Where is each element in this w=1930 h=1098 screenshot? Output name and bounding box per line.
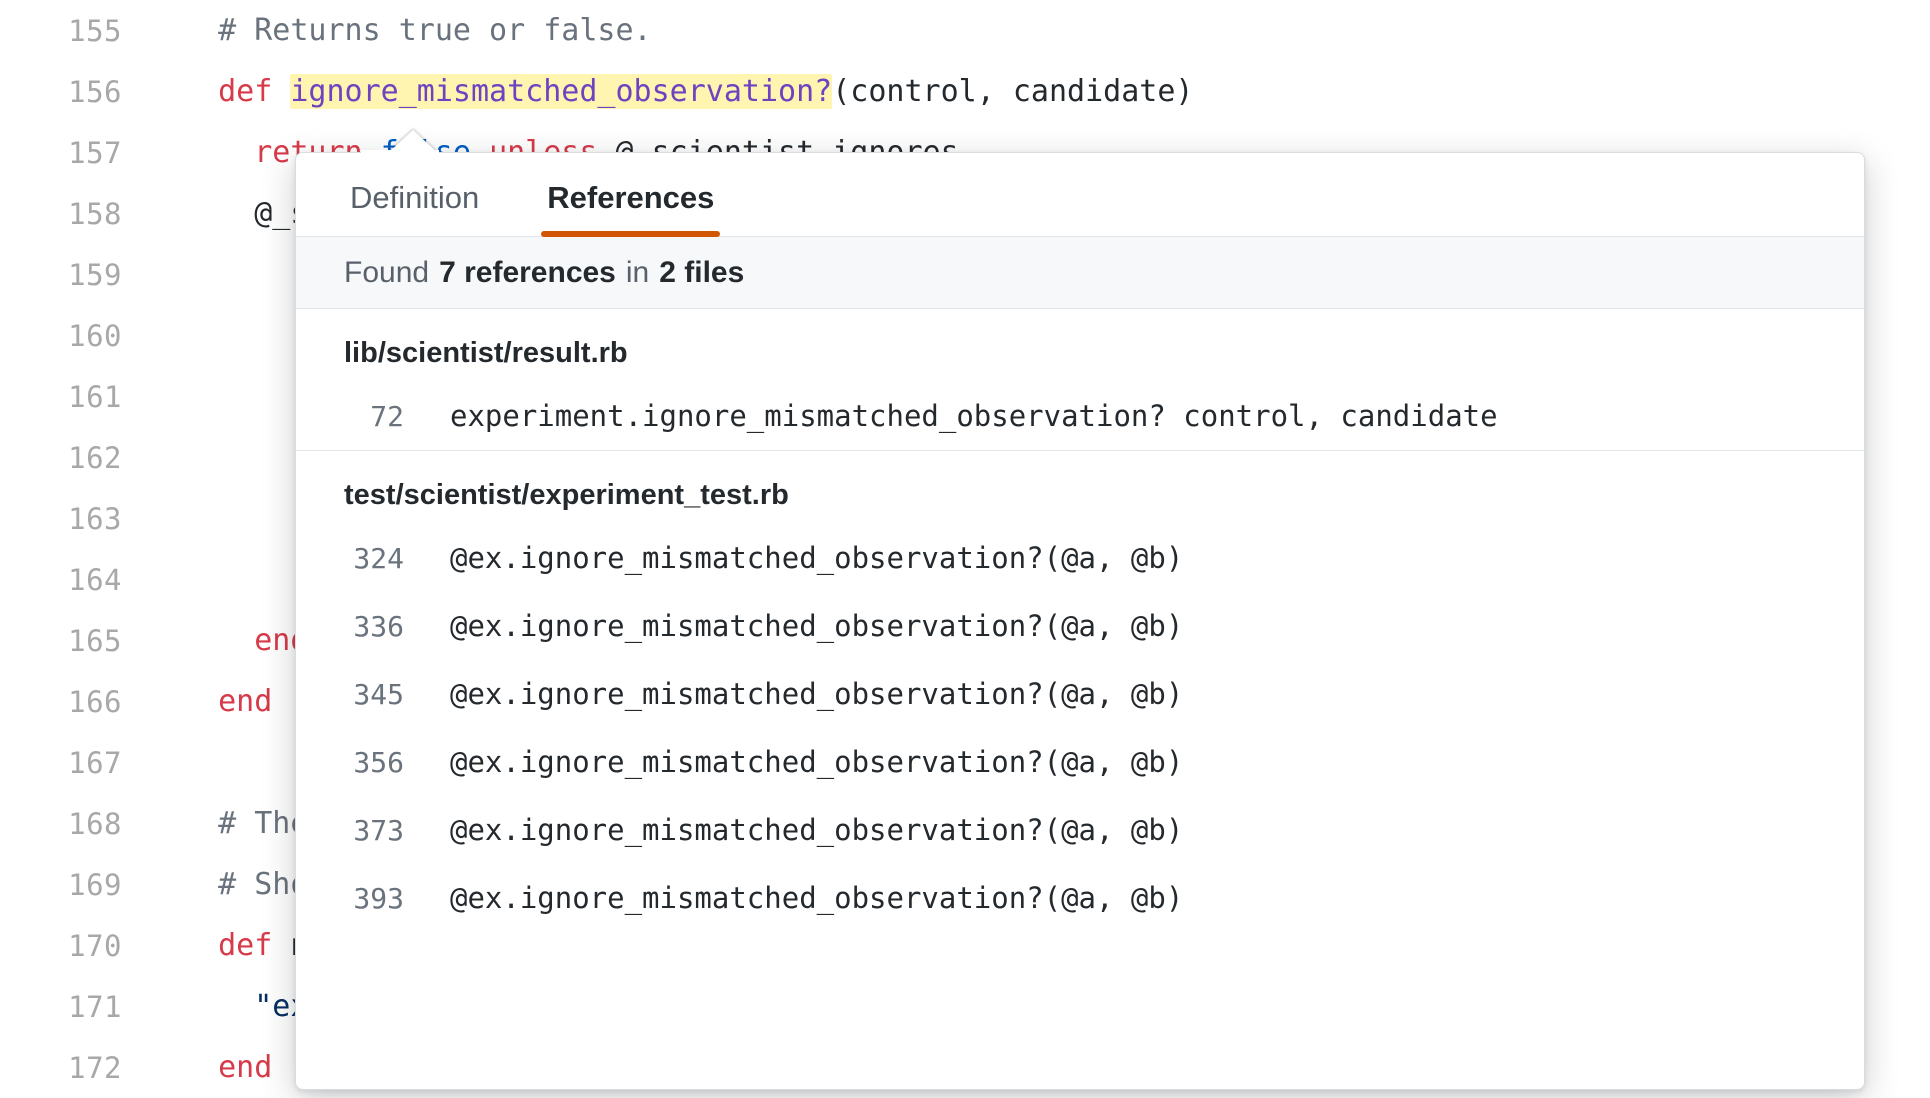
found-middle: in bbox=[626, 256, 649, 290]
reference-row[interactable]: 324@ex.ignore_mismatched_observation?(@a… bbox=[296, 524, 1864, 592]
line-number: 159 bbox=[0, 258, 134, 292]
reference-code-text: @ex.ignore_mismatched_observation?(@a, @… bbox=[414, 813, 1183, 847]
line-number: 168 bbox=[0, 807, 134, 841]
line-number: 169 bbox=[0, 868, 134, 902]
code-text: # Returns true or false. bbox=[134, 13, 652, 48]
found-prefix: Found bbox=[344, 256, 429, 290]
line-number: 167 bbox=[0, 746, 134, 780]
line-number: 155 bbox=[0, 14, 134, 48]
code-text: end bbox=[134, 684, 272, 719]
code-navigation-popup[interactable]: Definition References Found 7 references … bbox=[295, 152, 1865, 1090]
code-token bbox=[182, 989, 254, 1024]
reference-group-list: lib/scientist/result.rb72experiment.igno… bbox=[296, 309, 1864, 932]
reference-line-number: 345 bbox=[296, 678, 414, 711]
reference-line-number: 324 bbox=[296, 542, 414, 575]
reference-code-text: @ex.ignore_mismatched_observation?(@a, @… bbox=[414, 541, 1183, 575]
reference-line-number: 356 bbox=[296, 746, 414, 779]
reference-code-text: experiment.ignore_mismatched_observation… bbox=[414, 399, 1498, 433]
popup-tab-bar: Definition References bbox=[296, 153, 1864, 237]
reference-code-text: @ex.ignore_mismatched_observation?(@a, @… bbox=[414, 745, 1183, 779]
line-number: 163 bbox=[0, 502, 134, 536]
reference-code-text: @ex.ignore_mismatched_observation?(@a, @… bbox=[414, 881, 1183, 915]
popup-arrow-cover bbox=[361, 150, 439, 158]
code-token: end bbox=[218, 684, 272, 719]
reference-row[interactable]: 356@ex.ignore_mismatched_observation?(@a… bbox=[296, 728, 1864, 796]
code-text: end bbox=[134, 623, 308, 658]
code-token bbox=[272, 74, 290, 109]
reference-row[interactable]: 336@ex.ignore_mismatched_observation?(@a… bbox=[296, 592, 1864, 660]
line-number: 171 bbox=[0, 990, 134, 1024]
code-line: 155 # Returns true or false. bbox=[0, 0, 1930, 61]
line-number: 165 bbox=[0, 624, 134, 658]
code-token: def bbox=[218, 74, 272, 109]
reference-code-text: @ex.ignore_mismatched_observation?(@a, @… bbox=[414, 677, 1183, 711]
line-number: 164 bbox=[0, 563, 134, 597]
line-number: 172 bbox=[0, 1051, 134, 1085]
reference-file-group: test/scientist/experiment_test.rb324@ex.… bbox=[296, 451, 1864, 932]
line-number: 161 bbox=[0, 380, 134, 414]
line-number: 170 bbox=[0, 929, 134, 963]
code-token: (control, candidate) bbox=[832, 74, 1193, 109]
code-token: # Returns true or false. bbox=[182, 13, 652, 48]
reference-row[interactable]: 373@ex.ignore_mismatched_observation?(@a… bbox=[296, 796, 1864, 864]
code-token bbox=[182, 623, 254, 658]
reference-line-number: 72 bbox=[296, 400, 414, 433]
code-token bbox=[182, 928, 218, 963]
reference-code-text: @ex.ignore_mismatched_observation?(@a, @… bbox=[414, 609, 1183, 643]
code-token: end bbox=[218, 1050, 272, 1085]
file-path-header[interactable]: test/scientist/experiment_test.rb bbox=[296, 451, 1864, 524]
code-token bbox=[182, 135, 254, 170]
code-token bbox=[182, 684, 218, 719]
tab-definition[interactable]: Definition bbox=[344, 180, 485, 236]
line-number: 166 bbox=[0, 685, 134, 719]
found-references-summary: Found 7 references in 2 files bbox=[296, 237, 1864, 309]
line-number: 156 bbox=[0, 75, 134, 109]
line-number: 162 bbox=[0, 441, 134, 475]
reference-file-group: lib/scientist/result.rb72experiment.igno… bbox=[296, 309, 1864, 451]
reference-line-number: 336 bbox=[296, 610, 414, 643]
reference-row[interactable]: 345@ex.ignore_mismatched_observation?(@a… bbox=[296, 660, 1864, 728]
code-text: end bbox=[134, 1050, 272, 1085]
reference-row[interactable]: 393@ex.ignore_mismatched_observation?(@a… bbox=[296, 864, 1864, 932]
line-number: 160 bbox=[0, 319, 134, 353]
highlighted-symbol[interactable]: ignore_mismatched_observation? bbox=[290, 74, 832, 109]
line-number: 157 bbox=[0, 136, 134, 170]
code-line: 156 def ignore_mismatched_observation?(c… bbox=[0, 61, 1930, 122]
code-token bbox=[182, 1050, 218, 1085]
found-count: 7 references bbox=[439, 256, 616, 290]
found-files: 2 files bbox=[659, 256, 744, 290]
reference-line-number: 373 bbox=[296, 814, 414, 847]
code-text: def ignore_mismatched_observation?(contr… bbox=[134, 74, 1193, 109]
reference-row[interactable]: 72experiment.ignore_mismatched_observati… bbox=[296, 382, 1864, 450]
tab-references[interactable]: References bbox=[541, 180, 720, 236]
file-path-header[interactable]: lib/scientist/result.rb bbox=[296, 309, 1864, 382]
code-token: def bbox=[218, 928, 272, 963]
code-token bbox=[182, 74, 218, 109]
reference-line-number: 393 bbox=[296, 882, 414, 915]
line-number: 158 bbox=[0, 197, 134, 231]
